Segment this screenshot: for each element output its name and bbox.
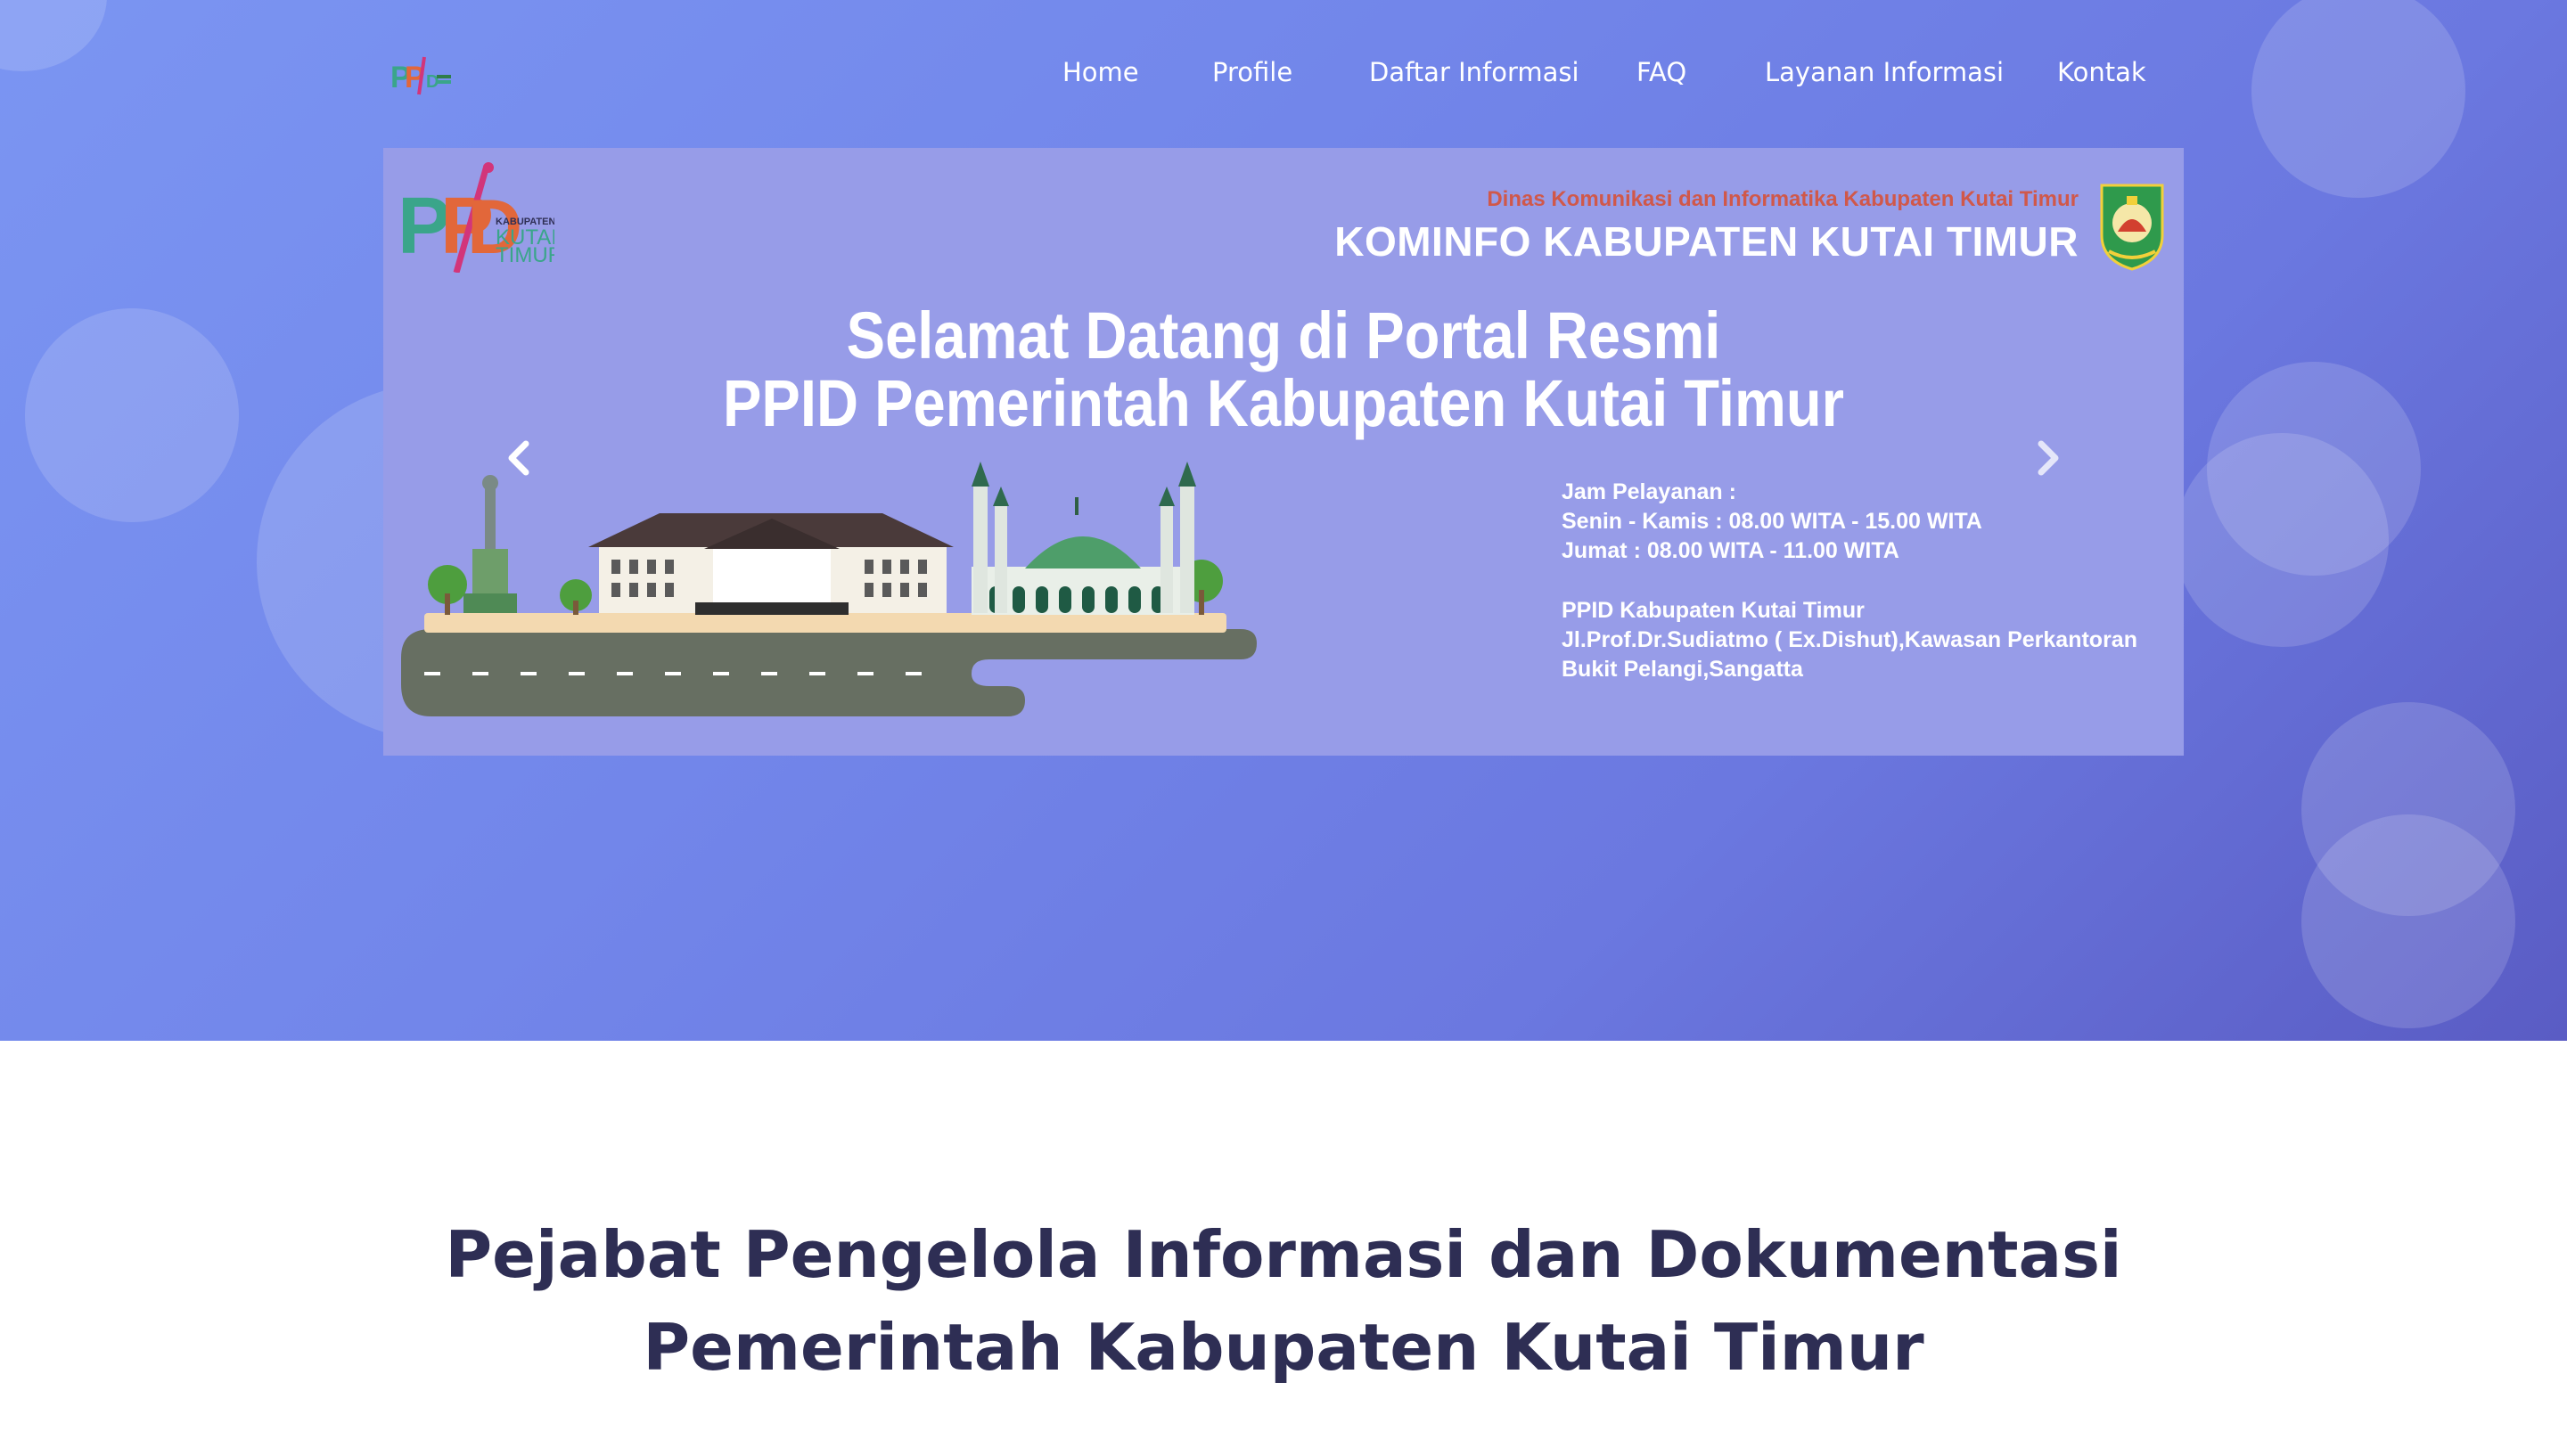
logo-sub-timur: TIMUR: [496, 243, 554, 267]
service-hours-friday: Jumat : 08.00 WITA - 11.00 WITA: [1562, 538, 1899, 563]
kutai-timur-emblem-icon: [2096, 180, 2168, 271]
banner-headline-line-2: PPID Pemerintah Kabupaten Kutai Timur: [722, 366, 1845, 440]
chevron-right-icon: [2038, 440, 2059, 476]
office-name: PPID Kabupaten Kutai Timur: [1562, 598, 1865, 623]
ppid-logo-icon[interactable]: P P D: [389, 52, 453, 98]
nav-daftar-informasi-link[interactable]: Daftar Informasi: [1369, 57, 1579, 87]
ppid-kutai-timur-logo: P P D KABUPATEN KUTAI TIMUR: [394, 157, 563, 274]
decorative-bubble: [25, 308, 239, 522]
office-address-line-1: Jl.Prof.Dr.Sudiatmo ( Ex.Dishut),Kawasan…: [1562, 627, 2137, 652]
nav-home-link[interactable]: Home: [1062, 57, 1139, 87]
chevron-left-icon: [508, 440, 529, 476]
banner-headline-line-1: Selamat Datang di Portal Resmi: [846, 299, 1721, 372]
nav-kontak-link[interactable]: Kontak: [2057, 57, 2146, 87]
service-info: Jam Pelayanan : Senin - Kamis : 08.00 WI…: [1562, 478, 2137, 684]
banner-carousel[interactable]: P P D KABUPATEN KUTAI TIMUR Dinas Komuni…: [383, 148, 2184, 756]
office-address-line-2: Bukit Pelangi,Sangatta: [1562, 657, 1803, 682]
nav-faq-link[interactable]: FAQ: [1636, 57, 1686, 87]
dinas-kominfo-text: Dinas Komunikasi dan Informatika Kabupat…: [1487, 187, 2079, 211]
section-title-line-1: Pejabat Pengelola Informasi dan Dokument…: [445, 1217, 2122, 1292]
decorative-bubble: [2301, 814, 2515, 1028]
service-hours-weekday: Senin - Kamis : 08.00 WITA - 15.00 WITA: [1562, 509, 1982, 534]
kominfo-title: KOMINFO KABUPATEN KUTAI TIMUR: [1334, 218, 2079, 265]
kutai-timur-landmarks-illustration: [401, 451, 1257, 718]
nav-profile-link[interactable]: Profile: [1212, 57, 1292, 87]
hero-section: P P D Home Profile Daftar Informasi FAQ …: [0, 0, 2567, 1041]
decorative-bubble: [2175, 433, 2389, 647]
section-title-line-2: Pemerintah Kabupaten Kutai Timur: [643, 1310, 1924, 1385]
nav-layanan-informasi-link[interactable]: Layanan Informasi: [1765, 57, 2004, 87]
carousel-next-button[interactable]: [2027, 431, 2070, 485]
navbar: P P D Home Profile Daftar Informasi FAQ …: [0, 0, 2567, 155]
carousel-prev-button[interactable]: [497, 431, 540, 485]
